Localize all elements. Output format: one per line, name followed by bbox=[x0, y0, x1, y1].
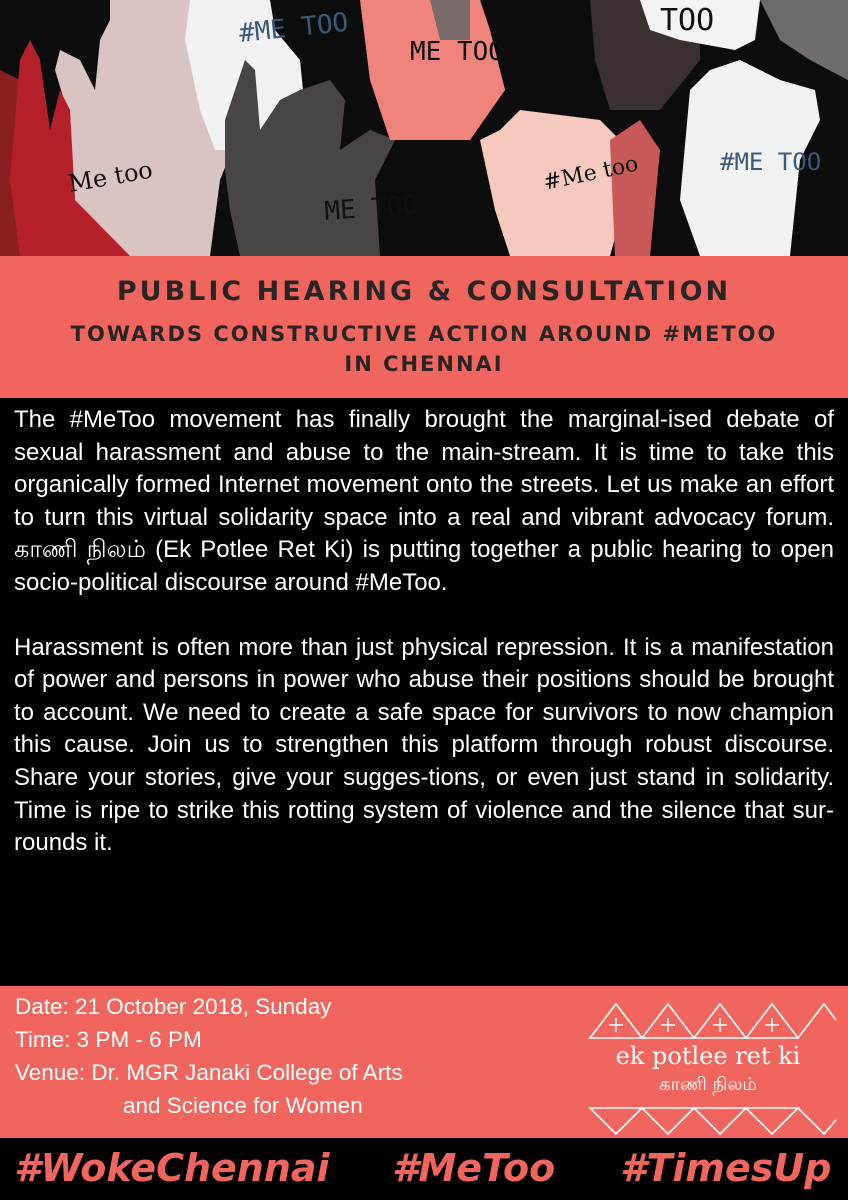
body-text: The #MeToo movement has finally brought … bbox=[14, 404, 834, 984]
hand-label: ME TOO bbox=[410, 37, 504, 67]
logo-name-english: ek potlee ret ki bbox=[615, 1042, 801, 1070]
headline-title: PUBLIC HEARING & CONSULTATION bbox=[116, 276, 732, 307]
event-venue: Venue: Dr. MGR Janaki College of Arts bbox=[15, 1060, 403, 1085]
hashtag-band: #WokeChennai #MeToo #TimesUp bbox=[0, 1138, 848, 1200]
title-band: PUBLIC HEARING & CONSULTATION TOWARDS CO… bbox=[0, 256, 848, 398]
raised-hands-illustration: #ME TOO ME TOO TOO Me too ME TOO #Me too… bbox=[0, 0, 848, 256]
hand-label: TOO bbox=[660, 3, 714, 38]
headline-subtitle: TOWARDS CONSTRUCTIVE ACTION AROUND #METO… bbox=[70, 322, 778, 346]
paragraph-intro: The #MeToo movement has finally brought … bbox=[14, 406, 834, 596]
paragraph-harassment: Harassment is often more than just physi… bbox=[14, 633, 834, 857]
hashtag-metoo: #MeToo bbox=[392, 1146, 556, 1190]
event-info-band: Date: 21 October 2018, Sunday Time: 3 PM… bbox=[0, 986, 848, 1138]
logo-name-tamil: காணி நிலம் bbox=[659, 1074, 757, 1095]
event-date: Date: 21 October 2018, Sunday bbox=[15, 994, 332, 1019]
hand-label: #ME TOO bbox=[720, 148, 821, 176]
hashtag-wokechennai: #WokeChennai bbox=[14, 1146, 330, 1190]
hero-image: #ME TOO ME TOO TOO Me too ME TOO #Me too… bbox=[0, 0, 848, 256]
event-venue-continued: and Science for Women bbox=[123, 1093, 363, 1118]
event-time: Time: 3 PM - 6 PM bbox=[15, 1027, 202, 1052]
hashtag-timesup: #TimesUp bbox=[620, 1146, 832, 1190]
organizer-logo: ek potlee ret ki காணி நிலம் bbox=[578, 990, 838, 1136]
headline-subtitle-city: IN CHENNAI bbox=[344, 352, 504, 376]
